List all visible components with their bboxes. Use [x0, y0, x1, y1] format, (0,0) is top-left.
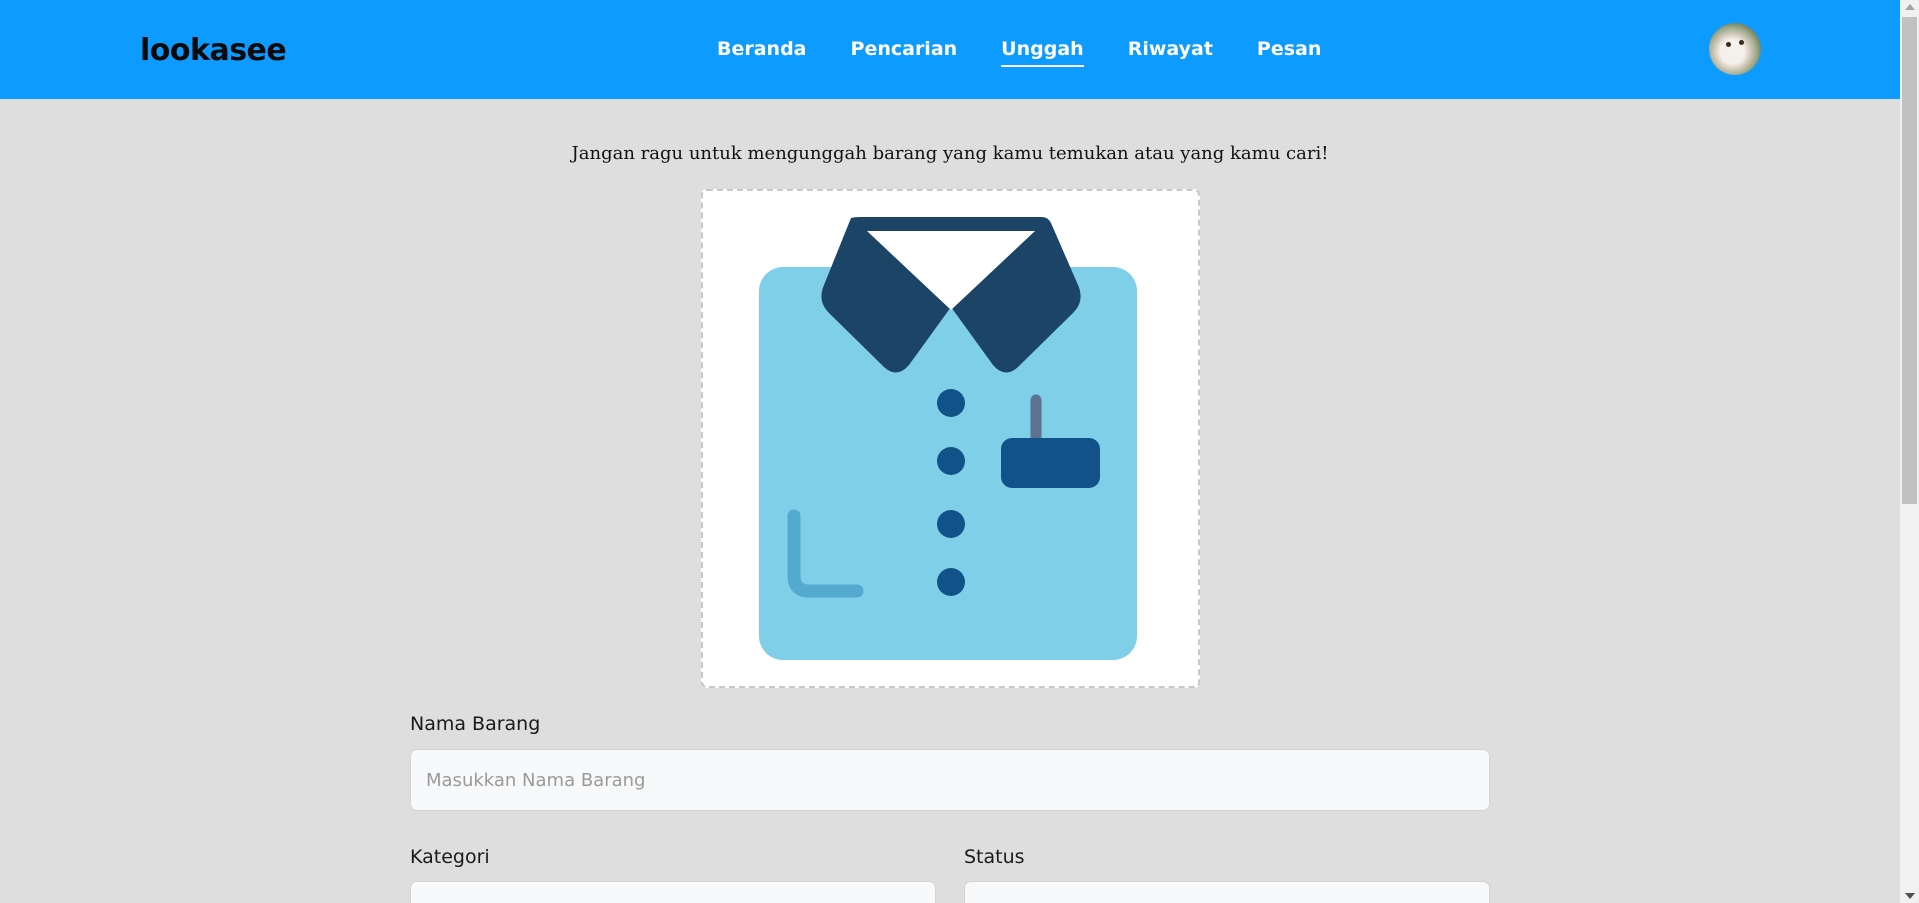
kategori-select[interactable]: [410, 881, 936, 903]
pocket-pen: [1001, 438, 1100, 488]
image-upload-dropzone[interactable]: [701, 189, 1200, 688]
nav-pencarian[interactable]: Pencarian: [851, 38, 958, 66]
nav-pesan[interactable]: Pesan: [1257, 38, 1321, 66]
brand-logo[interactable]: lookasee: [140, 33, 287, 68]
status-label: Status: [964, 846, 1025, 868]
shirt-button-3: [937, 510, 965, 538]
main-nav: Beranda Pencarian Unggah Riwayat Pesan: [717, 38, 1321, 67]
avatar-eye-left: [1726, 42, 1731, 47]
avatar-eye-right: [1739, 40, 1744, 45]
nama-barang-input[interactable]: [410, 749, 1490, 811]
nav-beranda[interactable]: Beranda: [717, 38, 807, 66]
scroll-thumb[interactable]: [1902, 17, 1917, 504]
page-scrollbar[interactable]: [1900, 0, 1919, 903]
shirt-button-4: [937, 568, 965, 596]
kategori-label: Kategori: [410, 846, 490, 868]
user-avatar[interactable]: [1709, 23, 1761, 75]
shirt-button-2: [937, 447, 965, 475]
shirt-icon: [759, 217, 1137, 660]
nama-barang-label: Nama Barang: [410, 713, 541, 735]
upload-intro-text: Jangan ragu untuk mengunggah barang yang…: [571, 143, 1329, 164]
nav-unggah[interactable]: Unggah: [1001, 38, 1084, 67]
nav-riwayat[interactable]: Riwayat: [1128, 38, 1213, 66]
status-select[interactable]: [964, 881, 1490, 903]
shirt-button-1: [937, 389, 965, 417]
scroll-up-arrow-icon[interactable]: [1905, 4, 1915, 10]
top-navbar: lookasee Beranda Pencarian Unggah Riwaya…: [0, 0, 1900, 99]
scroll-down-arrow-icon[interactable]: [1905, 893, 1915, 899]
